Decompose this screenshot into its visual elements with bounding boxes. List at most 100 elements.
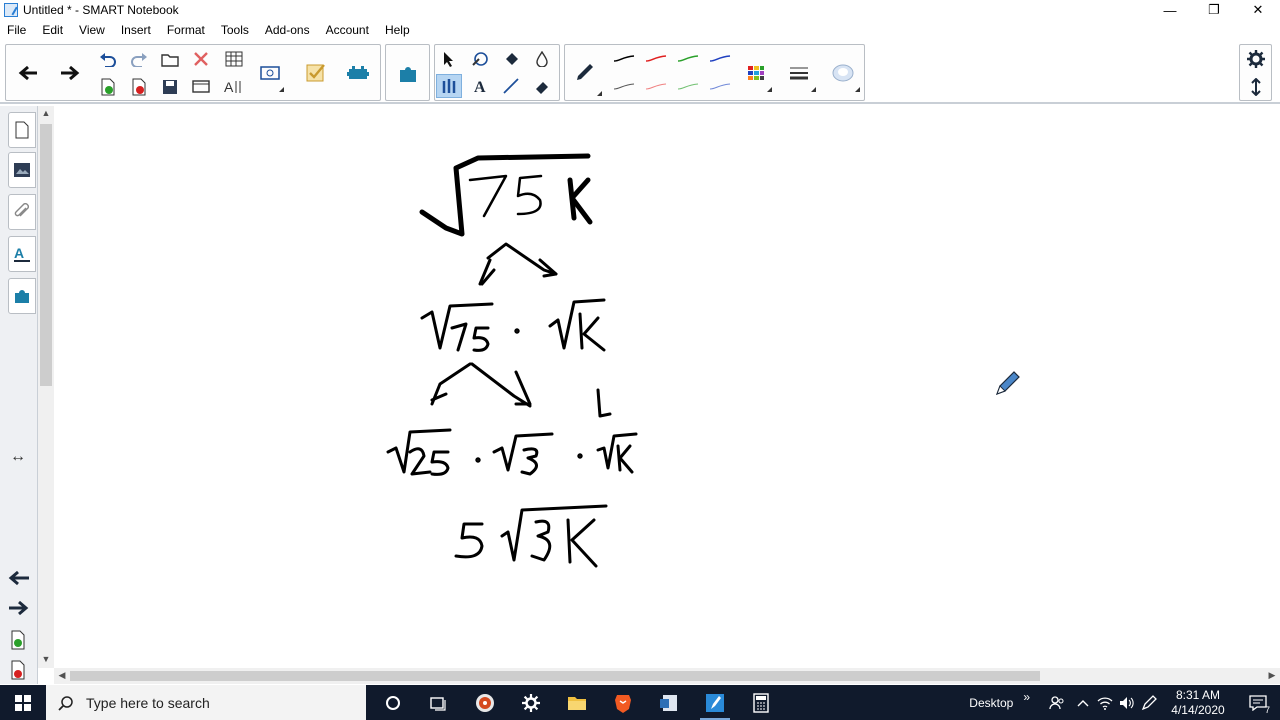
system-clock[interactable]: 8:31 AM 4/14/2020: [1160, 688, 1236, 718]
properties-tab[interactable]: A: [8, 236, 36, 272]
line-thickness-button[interactable]: [781, 53, 817, 93]
sidebar-add-page-button[interactable]: [10, 630, 26, 655]
insert-table-button[interactable]: [221, 47, 247, 71]
pen-style-black[interactable]: [609, 47, 639, 71]
scroll-right-arrow[interactable]: ▶: [1264, 670, 1280, 681]
volume-button[interactable]: [1116, 685, 1138, 720]
delete-page-button[interactable]: [126, 75, 152, 99]
vertical-scrollbar[interactable]: ▲ ▼: [38, 106, 54, 668]
desktop-toolbar-label[interactable]: Desktop: [969, 696, 1013, 710]
smart-notebook-app[interactable]: [692, 685, 738, 720]
pen-workspace-button[interactable]: [1138, 685, 1160, 720]
resize-sidebar-handle[interactable]: ↔: [10, 448, 26, 466]
capture-screen-button[interactable]: [255, 53, 285, 93]
menu-format[interactable]: Format: [159, 20, 213, 40]
scroll-down-arrow[interactable]: ▼: [38, 654, 54, 664]
cortana-button[interactable]: [370, 685, 416, 720]
start-button[interactable]: [0, 685, 46, 720]
properties-icon: A: [14, 245, 30, 262]
brave-browser-app[interactable]: [600, 685, 646, 720]
pen-style-green[interactable]: [673, 47, 703, 71]
menu-tools[interactable]: Tools: [213, 20, 257, 40]
file-explorer-app[interactable]: [554, 685, 600, 720]
add-page-button[interactable]: [95, 75, 121, 99]
vertical-scroll-thumb[interactable]: [40, 124, 52, 386]
magic-pen-tool[interactable]: [529, 47, 555, 71]
undo-button[interactable]: [95, 47, 121, 71]
document-viewer-app[interactable]: [646, 685, 692, 720]
gallery-tab[interactable]: [8, 152, 36, 188]
whiteboard-canvas[interactable]: [54, 106, 1278, 668]
chevron-up-icon: [1077, 699, 1089, 706]
add-ons-tab[interactable]: [8, 278, 36, 314]
select-tool[interactable]: [436, 47, 462, 71]
pen-style-red-thin[interactable]: [641, 75, 671, 99]
sidebar-delete-page-button[interactable]: [10, 660, 26, 685]
menu-insert[interactable]: Insert: [113, 20, 159, 40]
vertical-arrows-icon: [1251, 78, 1261, 96]
attachments-tab[interactable]: [8, 194, 36, 230]
attachments-icon: [14, 203, 29, 217]
move-toolbar-button[interactable]: [1243, 75, 1269, 99]
restore-button[interactable]: ❐: [1192, 0, 1236, 20]
open-file-button[interactable]: [157, 47, 183, 71]
window-controls: — ❐ ✕: [1148, 0, 1280, 20]
desktop-toolbar-chevron[interactable]: »: [1023, 690, 1030, 704]
action-center-button[interactable]: 7: [1236, 685, 1280, 720]
menu-edit[interactable]: Edit: [34, 20, 71, 40]
pen-type-button[interactable]: [567, 49, 603, 97]
fill-tool[interactable]: [498, 47, 524, 71]
redo-button[interactable]: [126, 47, 152, 71]
calculator-app[interactable]: [738, 685, 784, 720]
text-tool[interactable]: A: [467, 74, 493, 98]
menu-add-ons[interactable]: Add-ons: [257, 20, 318, 40]
save-button[interactable]: [157, 75, 183, 99]
pen-style-green-thin[interactable]: [673, 75, 703, 99]
scroll-left-arrow[interactable]: ◀: [54, 670, 70, 681]
document-camera-button[interactable]: A: [221, 75, 247, 99]
delete-button[interactable]: [188, 47, 214, 71]
menu-account[interactable]: Account: [318, 20, 377, 40]
people-button[interactable]: [1042, 685, 1072, 720]
menu-file[interactable]: File: [0, 20, 34, 40]
settings-app[interactable]: [508, 685, 554, 720]
minimize-button[interactable]: —: [1148, 0, 1192, 20]
table-icon: [225, 51, 243, 67]
previous-page-button[interactable]: [8, 49, 48, 97]
horizontal-scrollbar[interactable]: ◀ ▶: [54, 668, 1280, 684]
line-thickness-icon: [790, 67, 808, 80]
pen-style-red[interactable]: [641, 47, 671, 71]
response-button[interactable]: [340, 53, 376, 93]
add-ons-button[interactable]: [388, 49, 428, 97]
lesson-activity-button[interactable]: [298, 53, 334, 93]
sidebar-next-page-button[interactable]: [8, 600, 30, 621]
eraser-tool[interactable]: [529, 74, 555, 98]
media-player-app[interactable]: [462, 685, 508, 720]
shape-recognition-tool[interactable]: [467, 47, 493, 71]
scroll-up-arrow[interactable]: ▲: [38, 108, 54, 118]
pen-style-blue[interactable]: [705, 47, 735, 71]
pen-style-black-thin[interactable]: [609, 75, 639, 99]
pen-stroke-black-icon: [613, 55, 635, 62]
close-button[interactable]: ✕: [1236, 0, 1280, 20]
color-palette-button[interactable]: [739, 53, 773, 93]
fill-effects-button[interactable]: [825, 53, 861, 93]
pen-workspace-icon: [1141, 694, 1157, 710]
taskbar-search-box[interactable]: Type here to search: [46, 685, 366, 720]
line-tool[interactable]: [498, 74, 524, 98]
menu-help[interactable]: Help: [377, 20, 418, 40]
cortana-circle-icon: [386, 695, 400, 710]
menu-view[interactable]: View: [71, 20, 113, 40]
screen-shade-button[interactable]: [188, 75, 214, 99]
show-hidden-icons-button[interactable]: [1072, 685, 1094, 720]
task-view-button[interactable]: [416, 685, 462, 720]
pen-style-blue-thin[interactable]: [705, 75, 735, 99]
next-page-button[interactable]: [50, 49, 90, 97]
sidebar-previous-page-button[interactable]: [8, 570, 30, 591]
network-button[interactable]: [1094, 685, 1116, 720]
horizontal-scroll-thumb[interactable]: [70, 671, 1040, 681]
pens-icon: [442, 79, 456, 93]
customize-toolbar-button[interactable]: [1243, 47, 1269, 71]
select-pens-tool[interactable]: [436, 74, 462, 98]
page-sorter-tab[interactable]: [8, 112, 36, 148]
